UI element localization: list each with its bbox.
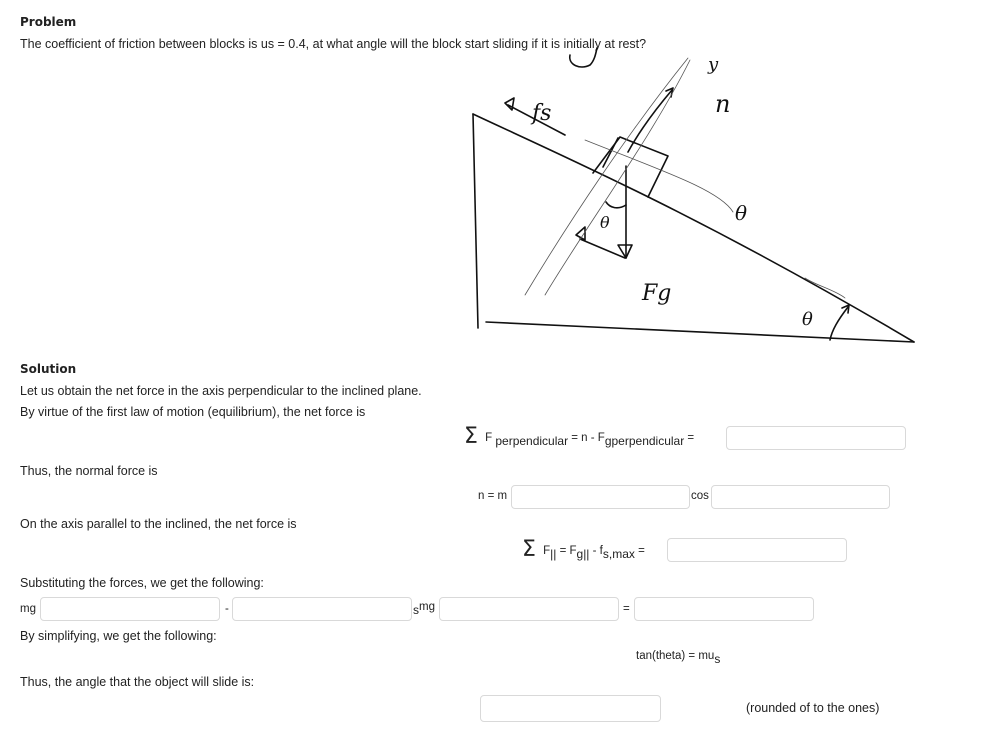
inner-angle-label: θ [600, 213, 610, 232]
eq5-text: tan(theta) = mu [636, 650, 715, 662]
incline-vertical-side [472, 113, 479, 329]
eq4-equals: = [623, 603, 630, 615]
friction-label: fs [530, 101, 551, 126]
eq4-minus: - [225, 603, 229, 615]
eq3-mid2: - f [592, 545, 603, 557]
angle-answer-input[interactable] [480, 695, 661, 722]
substitute-input-2[interactable] [232, 597, 412, 621]
sigma-symbol: Σ [464, 424, 478, 449]
eq2-prefix: n = m [478, 490, 508, 502]
equation-parallel: Σ F|| = Fg|| - fs,max = [522, 537, 645, 562]
rounding-note: (rounded of to the ones) [746, 701, 880, 715]
solution-line-2: By virtue of the first law of motion (eq… [20, 405, 366, 419]
sigma-symbol: Σ [522, 537, 536, 562]
solution-line-1: Let us obtain the net force in the axis … [20, 384, 422, 398]
simplify-text: By simplifying, we get the following: [20, 629, 217, 643]
problem-heading: Problem [20, 15, 77, 29]
substitute-input-1[interactable] [40, 597, 220, 621]
tan-theta-equation: tan(theta) = mus [636, 650, 720, 666]
eq1-mid: = n - F [571, 432, 605, 444]
eq5-sub: s [714, 652, 721, 666]
substitute-input-3[interactable] [439, 597, 619, 621]
eq1-equals: = [687, 432, 695, 444]
x-axis-angle-label: θ [735, 201, 747, 225]
eq4-smg: smg [413, 601, 435, 617]
eq4-mg2: mg [419, 601, 435, 613]
normal-label: n [715, 90, 730, 118]
eq1-f: F [485, 432, 493, 444]
eq3-sub-smax: s,max [602, 547, 635, 561]
normal-force-input-1[interactable] [511, 485, 690, 509]
eq1-sub-gperpendicular: gperpendicular [604, 434, 685, 448]
eq2-cos: cos [691, 490, 709, 502]
normal-force-input-2[interactable] [711, 485, 890, 509]
incline-base [485, 321, 915, 343]
inclined-plane-figure: fs n y Fg θ θ θ [472, 47, 915, 343]
gravity-label: Fg [641, 281, 671, 306]
solution-heading: Solution [20, 362, 77, 376]
substitute-text: Substituting the forces, we get the foll… [20, 576, 264, 590]
eq3-sub-parallel: || [550, 547, 557, 561]
equation-perpendicular: Σ F perpendicular = n - Fgperpendicular … [464, 424, 694, 449]
eq3-equals: = [638, 545, 645, 557]
normal-force-text: Thus, the normal force is [20, 464, 158, 478]
y-axis-label: y [707, 54, 719, 75]
eq4-mg: mg [20, 603, 36, 615]
angle-text: Thus, the angle that the object will sli… [20, 675, 255, 689]
parallel-force-text: On the axis parallel to the inclined, th… [20, 517, 297, 531]
substitute-input-4[interactable] [634, 597, 814, 621]
eq3-sub-gparallel: g|| [576, 547, 590, 561]
parallel-net-force-input[interactable] [667, 538, 847, 562]
eq1-sub-perpendicular: perpendicular [495, 434, 569, 448]
component-arrow [579, 238, 626, 259]
perpendicular-net-force-input[interactable] [726, 426, 906, 450]
eq3-mid: = F [559, 545, 577, 557]
base-angle-label: θ [802, 309, 813, 330]
